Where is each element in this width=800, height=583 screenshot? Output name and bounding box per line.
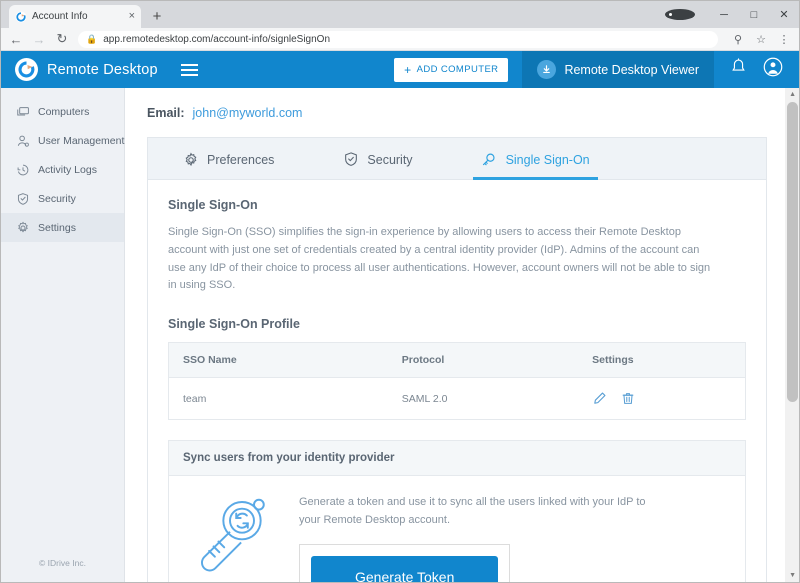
- star-icon[interactable]: ☆: [754, 33, 768, 46]
- sync-description: Generate a token and use it to sync all …: [299, 496, 646, 527]
- key-icon: [481, 151, 498, 168]
- new-tab-button[interactable]: +: [146, 5, 168, 27]
- reload-button[interactable]: ↻: [55, 31, 69, 47]
- forward-button[interactable]: →: [32, 32, 46, 47]
- tab-label: Preferences: [207, 152, 275, 167]
- cell-settings: [578, 378, 745, 420]
- tab-preferences[interactable]: Preferences: [182, 138, 274, 179]
- app-body: Computers User Management Activity Logs …: [1, 88, 799, 582]
- download-icon: [537, 60, 557, 79]
- window-controls: ─ □ ✕: [665, 1, 799, 28]
- remote-desktop-logo-icon: [15, 58, 38, 81]
- back-button[interactable]: ←: [9, 32, 23, 47]
- sso-profile-heading: Single Sign-On Profile: [168, 317, 300, 332]
- sidebar-item-security[interactable]: Security: [1, 184, 124, 213]
- content-scrollbar[interactable]: ▲ ▼: [785, 88, 799, 582]
- user-avatar-icon[interactable]: [763, 57, 799, 82]
- sync-body: Generate a token and use it to sync all …: [169, 476, 745, 582]
- kebab-menu-icon[interactable]: ⋮: [777, 33, 791, 46]
- shield-check-icon: [15, 191, 30, 206]
- tab-close-icon[interactable]: ×: [129, 11, 135, 22]
- sync-heading: Sync users from your identity provider: [169, 441, 745, 477]
- tab-label: Single Sign-On: [505, 152, 590, 167]
- sidebar-item-settings[interactable]: Settings: [1, 213, 124, 242]
- key-sync-illustration-icon: [191, 494, 277, 579]
- maximize-button[interactable]: □: [739, 9, 769, 21]
- cell-sso-name: team: [183, 392, 207, 405]
- sidebar-item-computers[interactable]: Computers: [1, 97, 124, 126]
- gear-icon: [182, 151, 199, 168]
- browser-tab-strip: Account Info × + ─ □ ✕: [1, 1, 799, 28]
- email-label: Email:: [147, 106, 185, 120]
- brand-area: Remote Desktop: [1, 58, 198, 81]
- sync-users-panel: Sync users from your identity provider G…: [168, 440, 746, 582]
- sidebar-label: User Management: [38, 134, 125, 147]
- browser-toolbar: ← → ↻ 🔒 app.remotedesktop.com/account-in…: [1, 28, 799, 51]
- add-computer-label: ADD COMPUTER: [416, 64, 499, 75]
- scroll-up-arrow-icon[interactable]: ▲: [789, 91, 796, 98]
- close-window-button[interactable]: ✕: [769, 8, 799, 21]
- sidebar-footer: © IDrive Inc.: [39, 558, 86, 568]
- minimize-button[interactable]: ─: [709, 9, 739, 21]
- sidebar-label: Computers: [38, 105, 90, 118]
- lock-icon: 🔒: [86, 33, 98, 44]
- account-email-row: Email: john@myworld.com: [147, 88, 767, 137]
- column-protocol: Protocol: [387, 342, 579, 379]
- web-app: Remote Desktop + ADD COMPUTER Remote Des…: [1, 51, 799, 582]
- brand-name: Remote Desktop: [47, 61, 158, 78]
- app-header: Remote Desktop + ADD COMPUTER Remote Des…: [1, 51, 799, 88]
- scrollbar-thumb[interactable]: [787, 102, 798, 402]
- remote-desktop-favicon-icon: [15, 11, 27, 23]
- content-inner: Email: john@myworld.com Preferences Secu…: [125, 88, 799, 582]
- sidebar-item-activity-logs[interactable]: Activity Logs: [1, 155, 124, 184]
- table-row: team SAML 2.0: [169, 378, 746, 420]
- pencil-edit-icon[interactable]: [592, 391, 607, 406]
- add-computer-button[interactable]: + ADD COMPUTER: [394, 57, 509, 82]
- column-settings: Settings: [578, 342, 746, 379]
- table-header-row: SSO Name Protocol Settings: [168, 342, 746, 379]
- viewer-label: Remote Desktop Viewer: [564, 62, 699, 77]
- trash-delete-icon[interactable]: [620, 391, 635, 406]
- sidebar-label: Activity Logs: [38, 163, 97, 176]
- browser-tab[interactable]: Account Info ×: [9, 5, 141, 28]
- sidebar-label: Security: [38, 192, 76, 205]
- settings-tab-bar: Preferences Security Single Sign-On: [148, 138, 766, 180]
- sidebar-item-user-management[interactable]: User Management: [1, 126, 124, 155]
- sso-heading: Single Sign-On: [168, 198, 258, 212]
- tab-label: Security: [367, 152, 413, 167]
- remote-desktop-viewer-button[interactable]: Remote Desktop Viewer: [522, 51, 714, 88]
- gear-icon: [15, 220, 30, 235]
- generate-token-button[interactable]: Generate Token: [311, 555, 499, 582]
- browser-tab-title: Account Info: [32, 11, 88, 22]
- sso-profile-table: SSO Name Protocol Settings team SAML 2.0: [168, 342, 746, 421]
- cell-protocol: SAML 2.0: [401, 392, 448, 405]
- settings-card: Preferences Security Single Sign-On Sing…: [147, 137, 767, 582]
- tab-security[interactable]: Security: [342, 138, 413, 179]
- column-sso-name: SSO Name: [168, 342, 388, 379]
- app-header-actions: + ADD COMPUTER Remote Desktop Viewer: [394, 51, 799, 88]
- tab-single-sign-on[interactable]: Single Sign-On: [472, 138, 598, 180]
- generate-token-highlight: Generate Token: [299, 543, 511, 582]
- sync-right: Generate a token and use it to sync all …: [299, 494, 669, 582]
- history-clock-icon: [15, 162, 30, 177]
- sidebar-nav: Computers User Management Activity Logs …: [1, 88, 124, 242]
- hamburger-menu-icon[interactable]: [180, 63, 198, 76]
- sso-description: Single Sign-On (SSO) simplifies the sign…: [168, 226, 711, 292]
- plus-icon: +: [404, 62, 412, 77]
- sidebar-label: Settings: [38, 221, 76, 234]
- user-settings-icon: [15, 133, 30, 148]
- key-icon[interactable]: ⚲: [731, 33, 745, 46]
- url-text: app.remotedesktop.com/account-info/signl…: [103, 33, 331, 45]
- sso-panel: Single Sign-On Single Sign-On (SSO) simp…: [148, 180, 766, 582]
- shield-check-icon: [342, 151, 359, 168]
- sidebar: Computers User Management Activity Logs …: [1, 88, 125, 582]
- email-value: john@myworld.com: [192, 106, 303, 120]
- scroll-down-arrow-icon[interactable]: ▼: [789, 572, 796, 579]
- main-content: Email: john@myworld.com Preferences Secu…: [125, 88, 799, 582]
- address-bar[interactable]: 🔒 app.remotedesktop.com/account-info/sig…: [78, 30, 718, 48]
- browser-window: Account Info × + ─ □ ✕ ← → ↻ 🔒 app.remot…: [0, 0, 800, 583]
- monitor-icon: [15, 104, 30, 119]
- record-dot-icon: [665, 9, 695, 20]
- bell-icon[interactable]: [714, 58, 763, 81]
